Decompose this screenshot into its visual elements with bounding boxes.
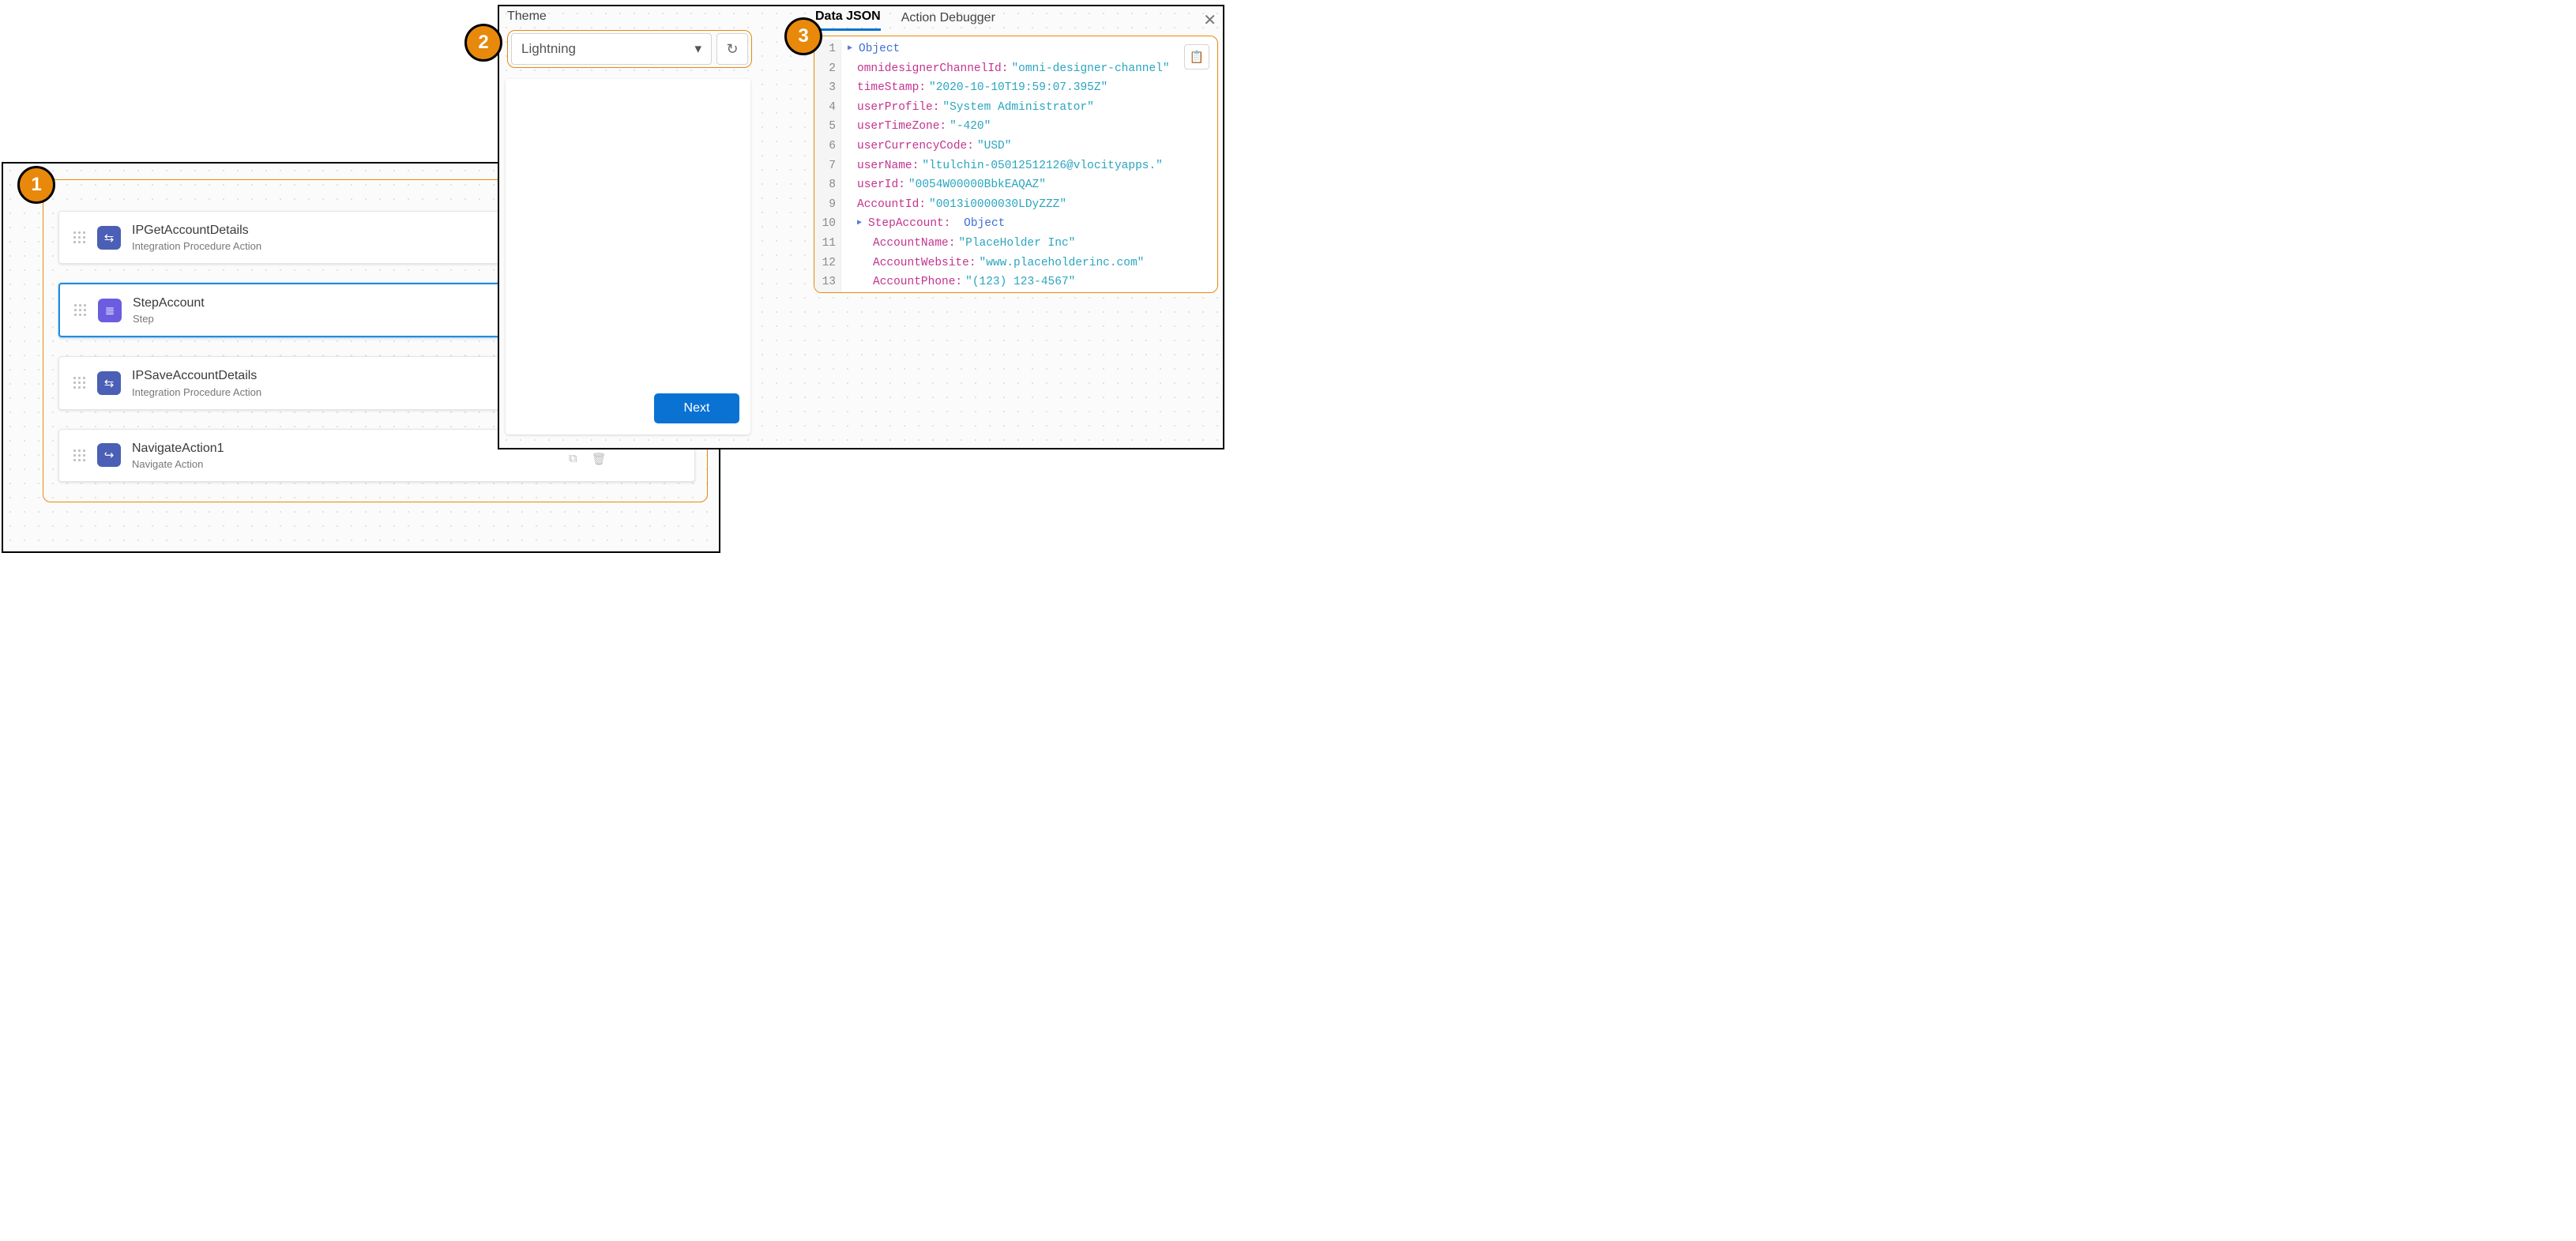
json-key: AccountId: xyxy=(857,195,926,215)
chevron-down-icon: ▾ xyxy=(694,41,701,57)
canvas-item-texts: IPSaveAccountDetails Integration Procedur… xyxy=(132,368,261,397)
canvas-item-texts: NavigateAction1 Navigate Action xyxy=(132,441,224,470)
drag-handle-icon[interactable] xyxy=(73,374,86,392)
next-button[interactable]: Next xyxy=(654,393,739,423)
canvas-item-title: NavigateAction1 xyxy=(132,441,224,456)
json-key: omnidesignerChannelId: xyxy=(857,59,1008,79)
json-value: "0054W00000BbkEAQAZ" xyxy=(908,175,1046,195)
json-panel-highlight: 📋 1 ▶ Object 2 omnidesignerChannelId: "o… xyxy=(814,36,1218,293)
callout-badge-1: 1 xyxy=(17,166,55,204)
json-key: timeStamp: xyxy=(857,78,926,98)
theme-select[interactable]: Lightning ▾ xyxy=(511,33,712,65)
preview-card: Next xyxy=(506,79,750,434)
mini-action-icons: ⧉ 🗑 xyxy=(569,452,607,466)
json-value: "USD" xyxy=(977,137,1012,156)
json-value: "2020-10-10T19:59:07.395Z" xyxy=(929,78,1107,98)
json-tabs: Data JSON Action Debugger ✕ xyxy=(814,9,1218,31)
tab-action-debugger[interactable]: Action Debugger xyxy=(901,11,995,30)
json-value: "omni-designer-channel" xyxy=(1011,59,1169,79)
nav-icon: ↪ xyxy=(97,443,121,467)
json-key: AccountPhone: xyxy=(873,273,962,292)
json-key: AccountName: xyxy=(873,234,955,254)
copy-button[interactable]: 📋 xyxy=(1184,44,1209,70)
canvas-item-texts: IPGetAccountDetails Integration Procedure… xyxy=(132,223,261,252)
canvas-item-subtitle: Step xyxy=(133,313,205,325)
json-value: "-420" xyxy=(950,117,991,137)
preview-json-panel: Theme Lightning ▾ ↻ Next Data JSON Actio… xyxy=(498,5,1224,449)
line-number: 2 xyxy=(814,59,841,79)
theme-row-highlight: Lightning ▾ ↻ xyxy=(507,30,752,68)
theme-label: Theme xyxy=(507,9,547,24)
line-number: 12 xyxy=(814,254,841,273)
tab-data-json[interactable]: Data JSON xyxy=(815,9,881,31)
callout-badge-2: 2 xyxy=(464,24,502,62)
line-number: 8 xyxy=(814,175,841,195)
canvas-item-title: StepAccount xyxy=(133,295,205,310)
refresh-button[interactable]: ↻ xyxy=(716,33,748,65)
line-number: 7 xyxy=(814,156,841,176)
json-value: "www.placeholderinc.com" xyxy=(980,254,1145,273)
canvas-item-texts: StepAccount Step xyxy=(133,295,205,325)
line-number: 13 xyxy=(814,273,841,292)
json-key: AccountWebsite: xyxy=(873,254,976,273)
drag-handle-icon[interactable] xyxy=(73,229,86,246)
json-key: userId: xyxy=(857,175,905,195)
drag-handle-icon[interactable] xyxy=(73,446,86,464)
json-code: 1 ▶ Object 2 omnidesignerChannelId: "omn… xyxy=(814,36,1217,292)
json-key: userTimeZone: xyxy=(857,117,946,137)
ip-icon: ⇆ xyxy=(97,371,121,395)
json-value: Object xyxy=(964,214,1005,234)
canvas-item-subtitle: Integration Procedure Action xyxy=(132,386,261,398)
json-key: userProfile: xyxy=(857,98,939,118)
json-key: StepAccount: xyxy=(868,214,950,234)
next-button-label: Next xyxy=(684,401,710,416)
json-value: "System Administrator" xyxy=(942,98,1093,118)
step-icon: ≣ xyxy=(98,299,122,322)
json-area: Data JSON Action Debugger ✕ 📋 1 ▶ Object… xyxy=(814,9,1218,303)
line-number: 3 xyxy=(814,78,841,98)
duplicate-icon[interactable]: ⧉ xyxy=(569,452,577,466)
canvas-item-title: IPSaveAccountDetails xyxy=(132,368,261,383)
json-value: "ltulchin-05012512126@vlocityapps." xyxy=(922,156,1163,176)
canvas-item-title: IPGetAccountDetails xyxy=(132,223,261,238)
expand-icon[interactable]: ▶ xyxy=(848,39,852,59)
refresh-icon: ↻ xyxy=(726,41,738,58)
json-value: "0013i0000030LDyZZZ" xyxy=(929,195,1066,215)
callout-badge-3: 3 xyxy=(784,17,822,55)
clipboard-icon: 📋 xyxy=(1190,50,1205,64)
drag-handle-icon[interactable] xyxy=(74,302,87,319)
line-number: 4 xyxy=(814,98,841,118)
json-value: "PlaceHolder Inc" xyxy=(958,234,1075,254)
line-number: 5 xyxy=(814,117,841,137)
close-icon[interactable]: ✕ xyxy=(1203,13,1217,28)
line-number: 9 xyxy=(814,195,841,215)
theme-select-value: Lightning xyxy=(521,41,576,57)
line-number: 10 xyxy=(814,214,841,234)
line-number: 6 xyxy=(814,137,841,156)
json-key: userName: xyxy=(857,156,919,176)
json-root: Object xyxy=(859,39,900,59)
line-number: 11 xyxy=(814,234,841,254)
json-value: "(123) 123-4567" xyxy=(965,273,1075,292)
delete-icon[interactable]: 🗑 xyxy=(592,452,607,466)
canvas-item-subtitle: Integration Procedure Action xyxy=(132,240,261,252)
canvas-item-subtitle: Navigate Action xyxy=(132,458,224,470)
json-key: userCurrencyCode: xyxy=(857,137,974,156)
ip-icon: ⇆ xyxy=(97,226,121,250)
expand-icon[interactable]: ▶ xyxy=(857,214,862,234)
